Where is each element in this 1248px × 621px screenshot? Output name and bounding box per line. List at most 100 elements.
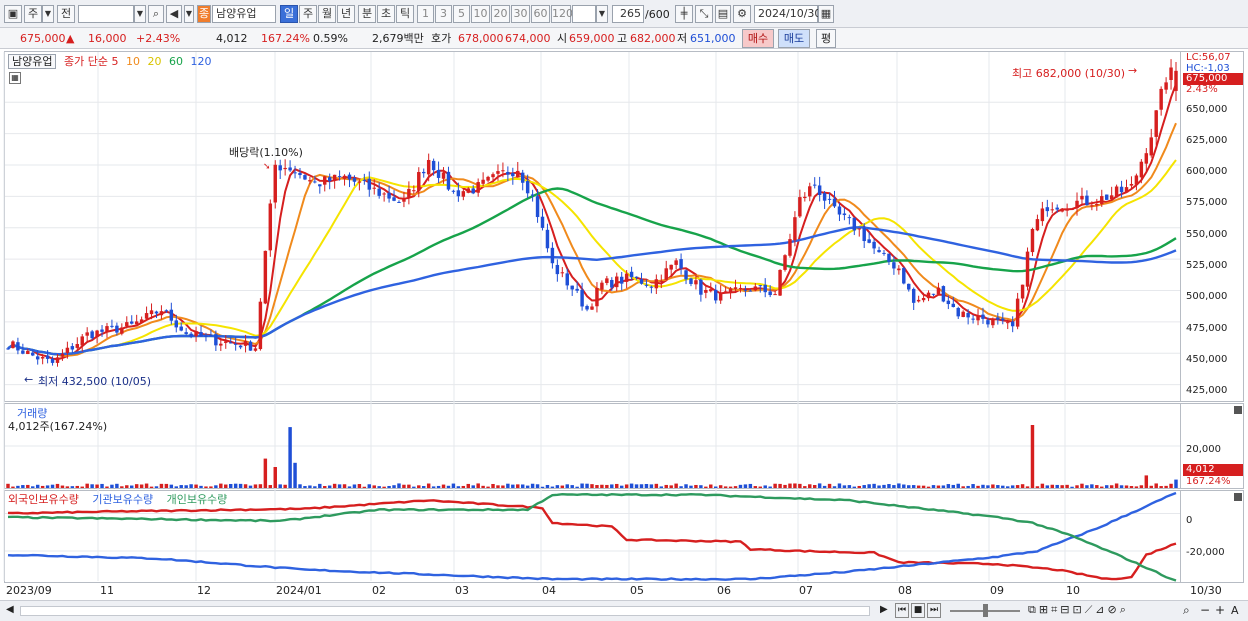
ytick-425000: 425,000: [1186, 385, 1228, 396]
interval-3[interactable]: 3: [435, 5, 452, 23]
candle-body: [857, 228, 861, 230]
candle-body: [773, 294, 777, 296]
holding-panel-close-icon[interactable]: [1234, 493, 1242, 501]
window-menu-icon[interactable]: ▣: [4, 5, 22, 23]
candle-body: [194, 331, 198, 337]
period-dropdown-icon[interactable]: ▼: [42, 5, 54, 23]
volume-bar: [1119, 485, 1124, 488]
tab-second[interactable]: 초: [377, 5, 395, 23]
prev-button[interactable]: 전: [57, 5, 75, 23]
tab-minute[interactable]: 분: [358, 5, 376, 23]
interval-5[interactable]: 5: [453, 5, 470, 23]
interval-60[interactable]: 60: [531, 5, 550, 23]
volume-bar: [144, 483, 149, 488]
price-panel-title[interactable]: 남양유업: [8, 54, 57, 69]
volume-bar: [105, 486, 109, 488]
volume-bar: [649, 484, 654, 488]
candle-body: [996, 317, 1000, 320]
scroll-left-icon[interactable]: ◀: [6, 604, 14, 615]
volume-bar: [555, 485, 560, 488]
interval-dropdown-icon[interactable]: ▼: [596, 5, 608, 23]
candle-body: [105, 326, 109, 332]
current-price: 675,000: [20, 32, 66, 45]
buy-button[interactable]: 매수: [742, 29, 774, 48]
volume-bar: [540, 486, 545, 488]
candle-body: [1025, 251, 1030, 287]
volume-bar: [55, 483, 60, 488]
candle-body: [26, 350, 30, 355]
volume-bar: [783, 484, 787, 488]
period-selector[interactable]: 주: [24, 5, 42, 23]
sell-button[interactable]: 매도: [778, 29, 810, 48]
average-button[interactable]: 평: [816, 29, 836, 48]
candle-body: [199, 332, 203, 337]
ma20-line: [7, 159, 1177, 356]
crosshair-icon[interactable]: ⤡: [695, 5, 713, 23]
volume-bar: [184, 485, 188, 488]
zoom-in-icon[interactable]: +: [1215, 603, 1225, 617]
drawing-tools-icon[interactable]: ⧉⊞⌗⊟⊡⟋⊿⊘⌕: [1028, 603, 1129, 617]
candle-body: [501, 170, 505, 172]
rewind-icon[interactable]: ⏮: [895, 603, 909, 618]
calendar-icon[interactable]: ▦: [818, 5, 834, 23]
candle-body: [664, 268, 668, 280]
volume-panel-close-icon[interactable]: [1234, 406, 1242, 414]
forward-icon[interactable]: ⏭: [927, 603, 941, 618]
zoom-icon[interactable]: ⌕: [1183, 603, 1190, 618]
ytick-575000: 575,000: [1186, 197, 1228, 208]
date-input[interactable]: 2024/10/30: [754, 5, 821, 23]
code-dropdown-icon[interactable]: ▼: [134, 5, 146, 23]
candle-body: [80, 336, 84, 346]
candle-body: [936, 287, 941, 295]
candle-body: [783, 255, 787, 270]
individual-legend: 개인보유수량: [166, 493, 228, 506]
candle-type-icon[interactable]: ╪: [675, 5, 693, 23]
tab-week[interactable]: 주: [299, 5, 317, 23]
candle-body: [184, 332, 188, 334]
candle-body: [1080, 195, 1084, 200]
speaker-icon[interactable]: ◀: [166, 5, 182, 23]
candle-body: [219, 343, 223, 346]
tab-year[interactable]: 년: [337, 5, 355, 23]
tab-month[interactable]: 월: [318, 5, 336, 23]
ytick-550000: 550,000: [1186, 229, 1228, 240]
font-size-icon[interactable]: A: [1231, 604, 1239, 617]
interval-30[interactable]: 30: [511, 5, 530, 23]
volume-bar: [832, 486, 837, 488]
high-price: 682,000: [630, 32, 676, 45]
scroll-track[interactable]: [20, 606, 870, 616]
volume-bar: [1095, 485, 1099, 488]
grid-toggle-icon[interactable]: ▦: [9, 72, 21, 84]
save-icon[interactable]: ▤: [715, 5, 731, 23]
search-icon[interactable]: ⌕: [148, 5, 164, 23]
ma60-line: [7, 187, 1177, 356]
candle-body: [372, 187, 376, 189]
stock-code-input[interactable]: 003920: [78, 5, 134, 23]
interval-10[interactable]: 10: [471, 5, 490, 23]
scroll-right-icon[interactable]: ▶: [880, 604, 888, 615]
candle-body: [877, 250, 881, 253]
volume-bar: [273, 467, 277, 488]
tab-day[interactable]: 일: [280, 5, 298, 23]
gear-icon[interactable]: ⚙: [733, 5, 751, 23]
volume-bar: [1090, 484, 1094, 488]
interval-20[interactable]: 20: [491, 5, 510, 23]
candle-body: [550, 247, 555, 264]
candle-body: [718, 292, 723, 301]
stock-name-field[interactable]: 남양유업: [212, 5, 276, 23]
volume-bar: [907, 485, 911, 488]
lc-label: LC:56,07: [1186, 52, 1231, 63]
interval-120[interactable]: 120: [551, 5, 573, 23]
interval-custom-input[interactable]: [572, 5, 596, 23]
volume-bar: [125, 485, 129, 488]
data-count-input[interactable]: 265: [612, 5, 644, 23]
tab-tick[interactable]: 틱: [396, 5, 414, 23]
ma10-legend: 10: [125, 55, 140, 68]
nav-down-icon[interactable]: ▼: [184, 5, 194, 23]
volume-bar: [921, 485, 926, 488]
zoom-out-icon[interactable]: −: [1200, 603, 1210, 617]
stop-icon[interactable]: ■: [911, 603, 925, 618]
zoom-slider-handle[interactable]: [983, 604, 988, 617]
volume-bar: [1139, 485, 1144, 488]
interval-1[interactable]: 1: [417, 5, 434, 23]
